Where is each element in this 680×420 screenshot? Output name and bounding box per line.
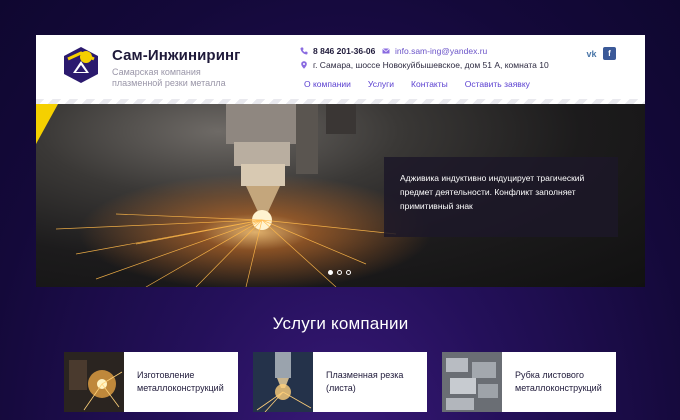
email-link[interactable]: info.sam-ing@yandex.ru: [395, 46, 487, 56]
services-list: Изготовление металлоконструкций Плазменн…: [64, 352, 619, 412]
main-nav: О компании Услуги Контакты Оставить заяв…: [304, 79, 547, 89]
nav-item-request[interactable]: Оставить заявку: [465, 79, 530, 89]
nav-item-contacts[interactable]: Контакты: [411, 79, 448, 89]
logo-icon[interactable]: [62, 45, 100, 85]
hero-slider[interactable]: Адживика индуктивно индуцирует трагическ…: [36, 104, 645, 287]
email-contact[interactable]: info.sam-ing@yandex.ru: [382, 46, 487, 56]
brand-name[interactable]: Сам-Инжиниринг: [112, 47, 241, 64]
envelope-icon: [382, 48, 390, 54]
welding-photo-icon: [64, 352, 124, 412]
service-label: Рубка листового металлоконструкций: [515, 370, 602, 393]
services-heading: Услуги компании: [272, 314, 409, 333]
service-card-fabrication[interactable]: Изготовление металлоконструкций: [64, 352, 238, 412]
service-card-plasma[interactable]: Плазменная резка (листа): [253, 352, 427, 412]
phone-number: 8 846 201-36-06: [313, 46, 376, 56]
social-links: vk f: [585, 47, 616, 60]
slider-dot-2[interactable]: [337, 270, 342, 275]
brand-tagline: Самарская компания плазменной резки мета…: [112, 67, 226, 88]
location-pin-icon: [301, 61, 307, 69]
phone-contact[interactable]: 8 846 201-36-06: [300, 46, 375, 56]
address-text: г. Самара, шоссе Новокуйбышевское, дом 5…: [313, 60, 549, 70]
address-contact: г. Самара, шоссе Новокуйбышевское, дом 5…: [300, 60, 549, 70]
slider-dot-3[interactable]: [346, 270, 351, 275]
site-header: Сам-Инжиниринг Самарская компания плазме…: [36, 35, 645, 99]
vk-icon[interactable]: vk: [585, 47, 598, 60]
slider-dots: [328, 270, 351, 275]
sheet-metal-photo-icon: [442, 352, 502, 412]
nav-item-services[interactable]: Услуги: [368, 79, 394, 89]
nav-item-about[interactable]: О компании: [304, 79, 351, 89]
plasma-cutting-photo-icon: [253, 352, 313, 412]
service-card-sheet-metal[interactable]: Рубка листового металлоконструкций: [442, 352, 616, 412]
hero-caption: Адживика индуктивно индуцирует трагическ…: [384, 157, 618, 237]
page: Сам-Инжиниринг Самарская компания плазме…: [36, 35, 645, 420]
slider-dot-1[interactable]: [328, 270, 333, 275]
phone-icon: [300, 47, 308, 55]
facebook-icon[interactable]: f: [603, 47, 616, 60]
service-label: Изготовление металлоконструкций: [137, 370, 224, 393]
service-label: Плазменная резка (листа): [326, 370, 404, 393]
